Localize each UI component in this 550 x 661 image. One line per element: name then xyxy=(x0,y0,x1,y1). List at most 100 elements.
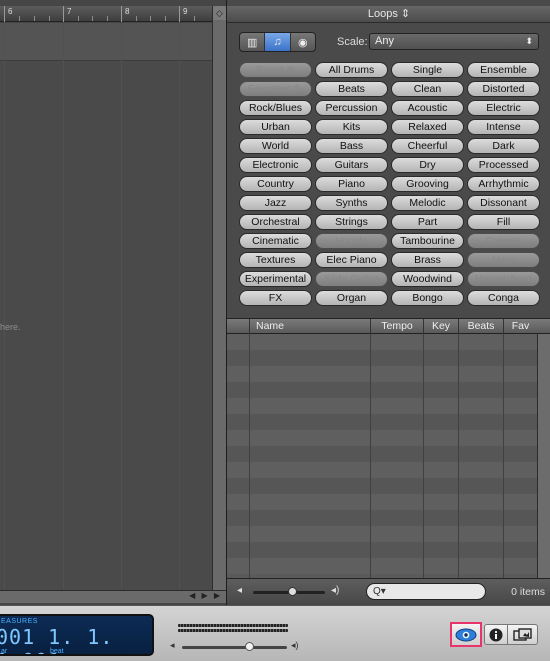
table-row[interactable] xyxy=(227,398,537,414)
keyword-button-jazz[interactable]: Jazz xyxy=(239,195,312,211)
column-header-name[interactable]: Name xyxy=(249,319,370,334)
keyword-button-urban[interactable]: Urban xyxy=(239,119,312,135)
keyword-button-part[interactable]: Part xyxy=(391,214,464,230)
keyword-button-cinematic[interactable]: Cinematic xyxy=(239,233,312,249)
keyword-button-beats[interactable]: Beats xyxy=(315,81,388,97)
keyword-button-arrhythmic[interactable]: Arrhythmic xyxy=(467,176,540,192)
keyword-button-elec-piano[interactable]: Elec Piano xyxy=(315,252,388,268)
table-row[interactable] xyxy=(227,558,537,574)
view-mode-toggle[interactable]: ▥ ♫ ◉ xyxy=(239,32,316,52)
keyword-button-bass[interactable]: Bass xyxy=(315,138,388,154)
master-volume-knob[interactable] xyxy=(245,642,254,651)
keyword-button-percussion[interactable]: Percussion xyxy=(315,100,388,116)
table-row[interactable] xyxy=(227,494,537,510)
column-header-tempo[interactable]: Tempo xyxy=(370,319,423,334)
keyword-button-all-drums[interactable]: All Drums xyxy=(315,62,388,78)
keyword-button-single[interactable]: Single xyxy=(391,62,464,78)
keyword-button-melodic[interactable]: Melodic xyxy=(391,195,464,211)
zoom-handle-icon[interactable]: ◇ xyxy=(213,6,226,20)
keyword-button-piano[interactable]: Piano xyxy=(315,176,388,192)
keyword-button-acoustic[interactable]: Acoustic xyxy=(391,100,464,116)
scroll-arrows-icon[interactable]: ◀ ▶ ▶ xyxy=(189,591,222,600)
keyword-button-fx[interactable]: FX xyxy=(239,290,312,306)
keyword-button-world[interactable]: World xyxy=(239,138,312,154)
loops-title[interactable]: Loops ⇕ xyxy=(227,6,550,23)
track-lane[interactable] xyxy=(0,23,212,603)
keyword-button-reset[interactable]: Reset ⊗ xyxy=(239,62,312,78)
table-row[interactable] xyxy=(227,462,537,478)
tracks-horizontal-scrollbar[interactable]: ◀ ▶ ▶ xyxy=(0,590,226,603)
music-note-icon[interactable]: ♫ xyxy=(265,33,291,51)
table-row[interactable] xyxy=(227,334,537,350)
keyword-button-relaxed[interactable]: Relaxed xyxy=(391,119,464,135)
keyword-button-celesta[interactable]: Celesta xyxy=(467,233,540,249)
keyword-button-clean[interactable]: Clean xyxy=(391,81,464,97)
keyword-button-tambourine[interactable]: Tambourine xyxy=(391,233,464,249)
keyword-button-organ[interactable]: Organ xyxy=(315,290,388,306)
loop-browser-button[interactable] xyxy=(450,622,482,647)
results-header: Name Tempo Key Beats Fav xyxy=(227,318,550,334)
table-row[interactable] xyxy=(227,478,537,494)
loop-results-table[interactable]: Name Tempo Key Beats Fav xyxy=(227,318,550,578)
keyword-button-dissonant[interactable]: Dissonant xyxy=(467,195,540,211)
track-region[interactable] xyxy=(0,23,212,61)
table-row[interactable] xyxy=(227,382,537,398)
tracks-area: 6 7 8 9 here. ◇ ◀ ▶ ▶ xyxy=(0,0,226,605)
loop-search-input[interactable]: Q▾ xyxy=(366,583,486,600)
keyword-button-intense[interactable]: Intense xyxy=(467,119,540,135)
info-button[interactable] xyxy=(484,624,508,645)
lcd-display[interactable]: EASURES 001 1. 1. 1.001 ar beat xyxy=(0,614,154,656)
keyword-button-orchestral[interactable]: Orchestral xyxy=(239,214,312,230)
table-row[interactable] xyxy=(227,510,537,526)
preview-volume-slider[interactable] xyxy=(253,587,325,596)
volume-slider-knob[interactable] xyxy=(288,587,297,596)
table-row[interactable] xyxy=(227,526,537,542)
keyword-button-kits[interactable]: Kits xyxy=(315,119,388,135)
table-row[interactable] xyxy=(227,350,537,366)
keyword-button-rock-blues[interactable]: Rock/Blues xyxy=(239,100,312,116)
keyword-button-conga[interactable]: Conga xyxy=(467,290,540,306)
timeline-ruler[interactable]: 6 7 8 9 xyxy=(0,6,212,22)
column-view-icon[interactable]: ▥ xyxy=(240,33,266,51)
keyword-button-vocals[interactable]: Vocals xyxy=(315,233,388,249)
keyword-button-brass[interactable]: Brass xyxy=(391,252,464,268)
keyword-button-electronic[interactable]: Electronic xyxy=(239,157,312,173)
table-row[interactable] xyxy=(227,414,537,430)
keyword-button-slide-guitar[interactable]: Slide Guitar xyxy=(315,271,388,287)
scale-label: Scale: xyxy=(337,36,368,48)
keyword-button-bongo[interactable]: Bongo xyxy=(391,290,464,306)
keyword-button-grooving[interactable]: Grooving xyxy=(391,176,464,192)
keyword-button-distorted[interactable]: Distorted xyxy=(467,81,540,97)
results-scrollbar[interactable] xyxy=(537,334,550,578)
media-browser-button[interactable] xyxy=(508,624,538,645)
keyword-button-harp[interactable]: Harp xyxy=(467,252,540,268)
keyword-button-cheerful[interactable]: Cheerful xyxy=(391,138,464,154)
keyword-button-experimental[interactable]: Experimental xyxy=(239,271,312,287)
tracks-vertical-scrollbar[interactable] xyxy=(212,6,226,603)
master-volume-slider[interactable] xyxy=(182,642,287,651)
keyword-button-processed[interactable]: Processed xyxy=(467,157,540,173)
keyword-button-textures[interactable]: Textures xyxy=(239,252,312,268)
podcast-icon[interactable]: ◉ xyxy=(291,33,315,51)
keyword-button-dry[interactable]: Dry xyxy=(391,157,464,173)
column-header-beats[interactable]: Beats xyxy=(458,319,503,334)
keyword-button-dark[interactable]: Dark xyxy=(467,138,540,154)
keyword-button-fill[interactable]: Fill xyxy=(467,214,540,230)
keyword-button-woodwind[interactable]: Woodwind xyxy=(391,271,464,287)
table-row[interactable] xyxy=(227,366,537,382)
table-row[interactable] xyxy=(227,446,537,462)
column-header-key[interactable]: Key xyxy=(423,319,458,334)
table-row[interactable] xyxy=(227,430,537,446)
scale-select[interactable]: Any ⬍ xyxy=(369,33,539,50)
keyword-button-harpsichord[interactable]: Harpsichord xyxy=(467,271,540,287)
keyword-button-guitars[interactable]: Guitars xyxy=(315,157,388,173)
keyword-button-strings[interactable]: Strings xyxy=(315,214,388,230)
column-header-fav[interactable]: Fav xyxy=(503,319,537,334)
keyword-button-favorites[interactable]: Favorites ✎ xyxy=(239,81,312,97)
keyword-button-electric[interactable]: Electric xyxy=(467,100,540,116)
keyword-button-synths[interactable]: Synths xyxy=(315,195,388,211)
keyword-button-ensemble[interactable]: Ensemble xyxy=(467,62,540,78)
table-row[interactable] xyxy=(227,542,537,558)
lcd-bar-label: ar xyxy=(1,648,8,655)
keyword-button-country[interactable]: Country xyxy=(239,176,312,192)
